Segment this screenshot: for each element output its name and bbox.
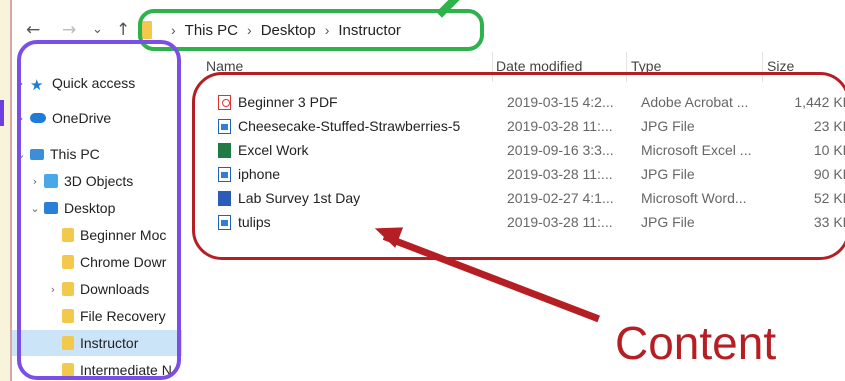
file-explorer-window: ← → ⌄ ↑ › This PC › Desktop › Instructor… bbox=[10, 0, 845, 381]
navigation-pane-marker bbox=[0, 100, 4, 126]
navigation-pane-highlight bbox=[17, 40, 181, 380]
up-button[interactable]: ↑ bbox=[116, 20, 130, 40]
forward-button[interactable]: → bbox=[62, 20, 76, 40]
back-button[interactable]: ← bbox=[26, 20, 40, 40]
address-bar-highlight bbox=[138, 9, 484, 51]
recent-locations-button[interactable]: ⌄ bbox=[92, 22, 103, 37]
content-highlight bbox=[192, 72, 845, 260]
content-annotation-label: Content bbox=[615, 317, 777, 369]
